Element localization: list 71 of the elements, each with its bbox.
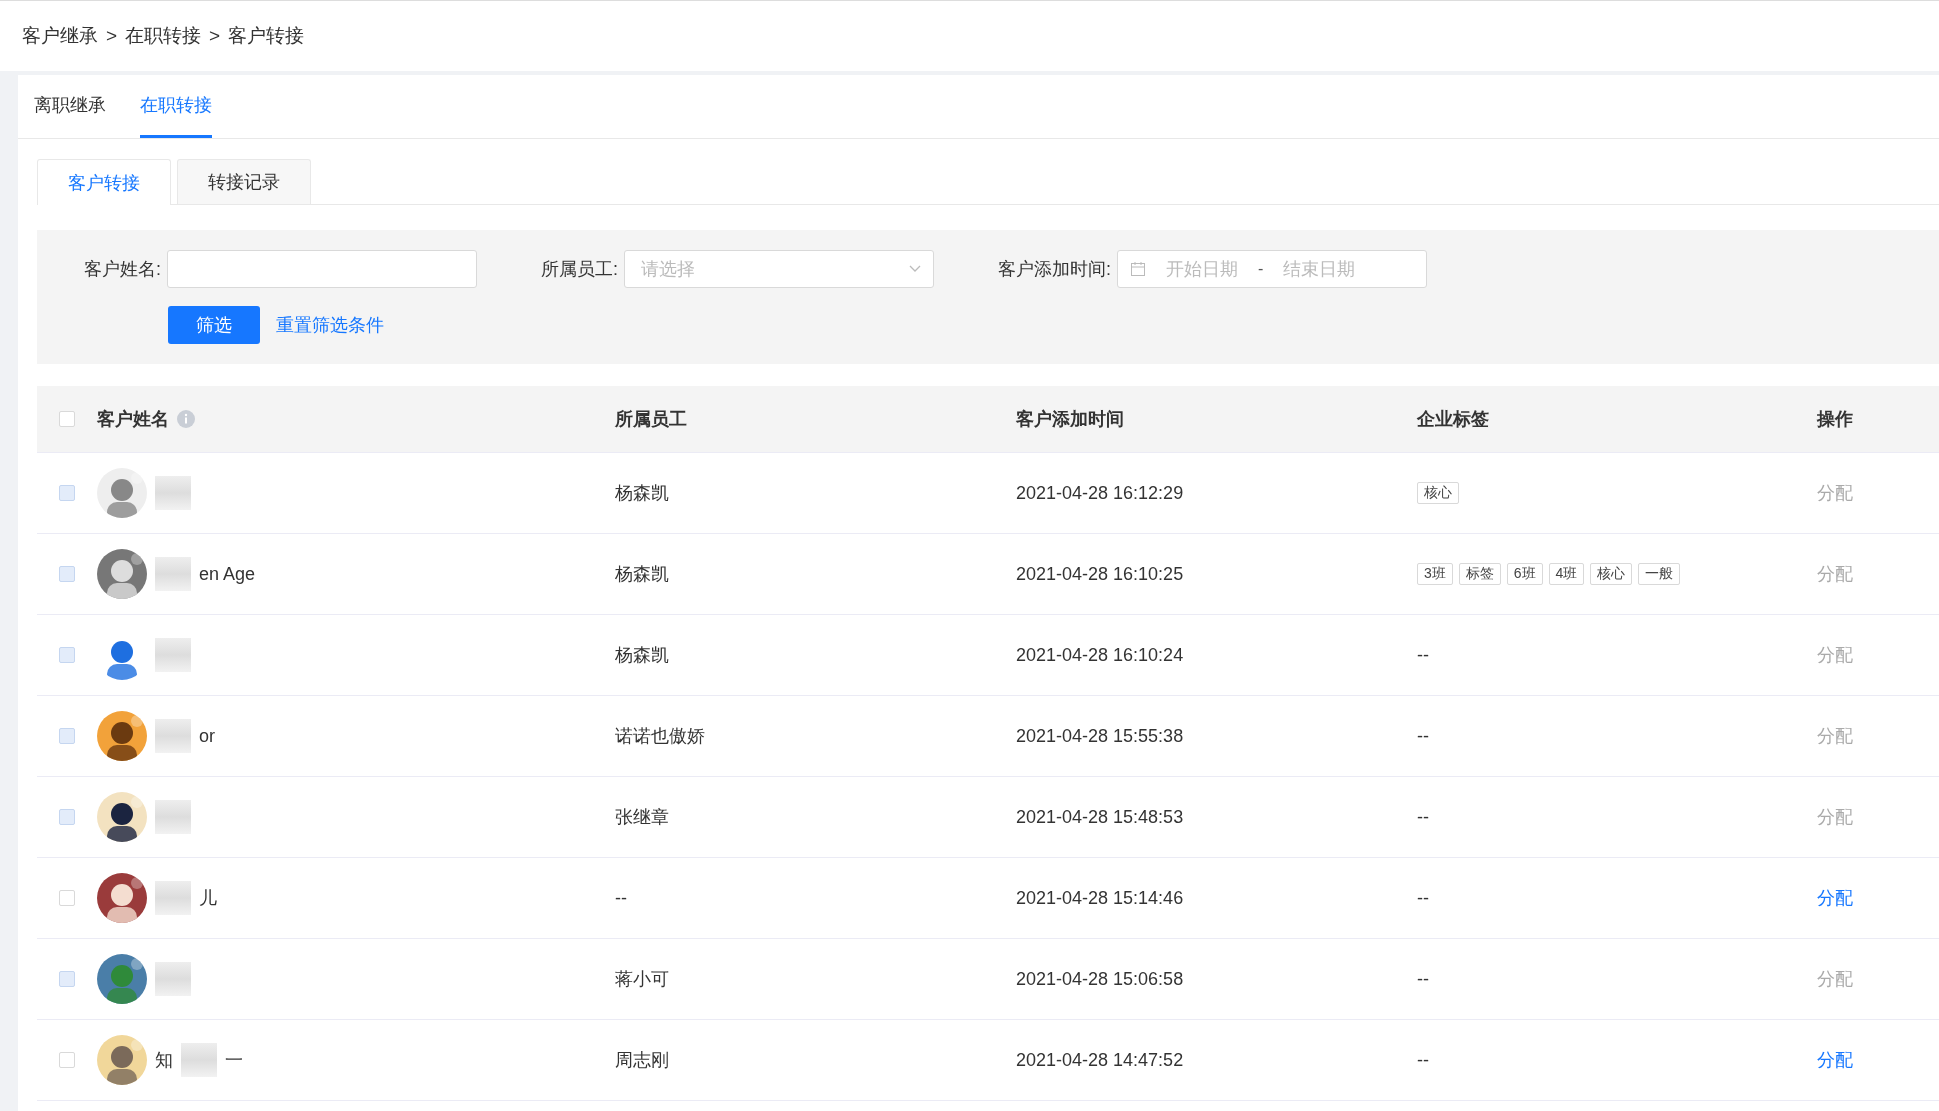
column-header: 操作 [1817,408,1854,431]
table-cell-text: -- [615,887,628,909]
table-cell-text: 2021-04-28 16:12:29 [1016,482,1185,504]
table-cell-text: 周志刚 [615,1049,670,1072]
breadcrumb-item[interactable]: 在职转接 [125,23,202,49]
customer-name: 知 [155,1049,173,1072]
breadcrumb-separator: > [209,25,221,47]
redacted-name [155,638,191,672]
table-cell-text: 蒋小可 [615,968,670,991]
table-cell-text: 2021-04-28 14:47:52 [1016,1049,1185,1071]
breadcrumb-item[interactable]: 客户继承 [22,23,98,49]
table-cell-text: -- [1417,968,1430,990]
field-label: 所属员工: [541,258,619,281]
tag: 4班 [1548,563,1585,585]
table-cell-text: -- [1417,887,1430,909]
row-checkbox[interactable] [59,1052,75,1068]
tag: 核心 [1417,482,1459,504]
table-cell-text: 张继章 [615,806,670,829]
column-header: 所属员工 [615,408,688,431]
redacted-name [155,719,191,753]
column-header: 客户姓名 [97,408,169,431]
redacted-name [155,557,191,591]
tag: 一般 [1638,563,1681,585]
reset-link[interactable]: 重置筛选条件 [276,313,384,337]
input-field[interactable] [167,250,477,288]
tag: 3班 [1417,563,1453,585]
table-cell-text: 2021-04-28 15:06:58 [1016,968,1185,990]
table-cell-text: 2021-04-28 15:14:46 [1016,887,1185,909]
chevron-down-icon [909,265,922,273]
table-cell-text: 2021-04-28 16:10:24 [1016,644,1185,666]
table-cell-text: 2021-04-28 15:48:53 [1016,806,1185,828]
customer-name: or [199,725,215,747]
table-cell-text: -- [1417,725,1430,747]
customer-name: en Age [199,563,256,585]
tab[interactable]: 客户转接 [37,159,171,205]
tab[interactable]: 在职转接 [140,75,212,138]
redacted-name [155,881,191,915]
table-cell-text: 杨森凯 [615,482,670,505]
redacted-name [181,1043,217,1077]
breadcrumb-item: 客户转接 [228,24,305,48]
redacted-name [155,800,191,834]
table-cell-text: 诺诺也傲娇 [615,725,706,748]
column-header: 客户添加时间 [1016,408,1125,431]
table-cell-text: -- [1417,644,1430,666]
row-checkbox[interactable] [59,890,75,906]
select-all-checkbox[interactable] [59,411,75,427]
tab[interactable]: 转接记录 [177,159,311,204]
redacted-name [155,962,191,996]
redacted-name [155,476,191,510]
assign-link[interactable]: 分配 [1817,1048,1939,1072]
table-cell-text: 2021-04-28 15:55:38 [1016,725,1185,747]
tab[interactable]: 离职继承 [34,75,106,138]
breadcrumb-separator: > [106,25,118,47]
assign-link[interactable]: 分配 [1817,886,1939,910]
tag: 核心 [1590,563,1633,585]
info-icon [177,410,195,428]
date-range-field[interactable]: 开始日期 - 结束日期 [1117,250,1428,288]
tag: 6班 [1506,563,1543,585]
calendar-icon [1130,261,1147,277]
filter-button[interactable]: 筛选 [168,306,260,344]
table-cell-text: 2021-04-28 16:10:25 [1016,563,1185,585]
table-cell-text: 杨森凯 [615,644,670,667]
table-cell-text: -- [1417,1049,1430,1071]
tag: 标签 [1458,563,1501,585]
table-cell-text: 杨森凯 [615,563,670,586]
field-label: 客户添加时间: [998,258,1112,281]
table-cell-text: -- [1417,806,1430,828]
field-label: 客户姓名: [84,258,161,281]
customer-name: 儿 [199,887,217,910]
customer-name: 一 [225,1049,243,1072]
column-header: 企业标签 [1417,408,1490,431]
